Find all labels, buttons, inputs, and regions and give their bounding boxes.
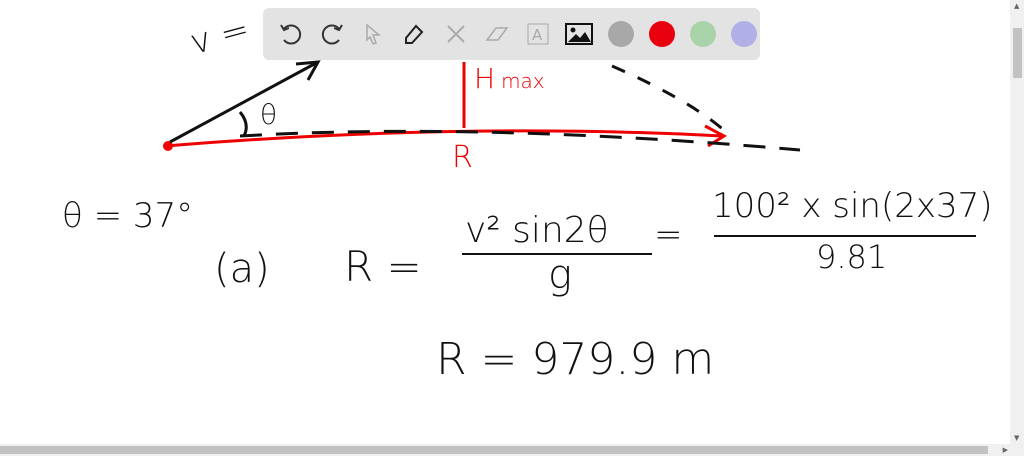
scroll-down-icon[interactable]: ▼	[1014, 434, 1019, 442]
tools-icon	[446, 25, 465, 43]
color-swatch	[690, 21, 717, 47]
hmax-sub: max	[501, 69, 545, 93]
vertical-scroll-thumb[interactable]	[1013, 28, 1022, 78]
equation-numerator: v² sin2θ	[465, 210, 609, 251]
equation-numerator-2: 100² x sin(2x37)	[712, 186, 993, 226]
text-button[interactable]: A	[523, 18, 554, 50]
color-gray[interactable]	[605, 18, 636, 50]
text-icon: A	[527, 23, 549, 45]
hmax-h: H	[474, 62, 496, 95]
color-swatch	[648, 21, 675, 47]
horizontal-scrollbar[interactable]: ▶	[0, 444, 1024, 456]
color-red[interactable]	[646, 18, 677, 50]
eraser-icon	[485, 27, 509, 41]
color-green[interactable]	[688, 18, 719, 50]
undo-icon	[279, 24, 301, 45]
horizontal-scroll-thumb[interactable]	[0, 446, 988, 454]
color-swatch	[731, 21, 758, 47]
pencil-icon	[405, 24, 424, 44]
range-label: R	[452, 140, 473, 175]
redo-icon	[321, 24, 343, 45]
drawing-toolbar: A	[263, 8, 760, 60]
scroll-right-icon[interactable]: ▶	[1003, 446, 1008, 454]
theta-label: θ	[260, 98, 278, 131]
fraction-bar-2	[714, 235, 976, 237]
cursor-icon	[366, 23, 382, 45]
svg-text:A: A	[532, 26, 543, 44]
select-button[interactable]	[358, 18, 389, 50]
vertical-scrollbar[interactable]: ▲ ▼	[1010, 0, 1024, 444]
equation-lhs: R =	[344, 242, 422, 291]
undo-button[interactable]	[275, 18, 306, 50]
equation-equals: =	[654, 215, 683, 255]
equation-denominator-2: 9.81	[816, 238, 888, 276]
eraser-button[interactable]	[481, 18, 512, 50]
given-angle: θ = 37°	[62, 196, 194, 236]
equation-denominator: g	[548, 252, 573, 298]
color-lavender[interactable]	[729, 18, 760, 50]
color-swatch	[607, 21, 634, 47]
scroll-up-icon[interactable]: ▲	[1014, 2, 1019, 10]
hmax-label: Hmax	[474, 62, 545, 95]
image-button[interactable]	[564, 18, 595, 50]
image-icon	[565, 23, 594, 45]
tools-button[interactable]	[440, 18, 471, 50]
part-label: (a)	[214, 246, 270, 292]
pen-button[interactable]	[399, 18, 430, 50]
result: R = 979.9 m	[436, 334, 715, 385]
redo-button[interactable]	[316, 18, 347, 50]
